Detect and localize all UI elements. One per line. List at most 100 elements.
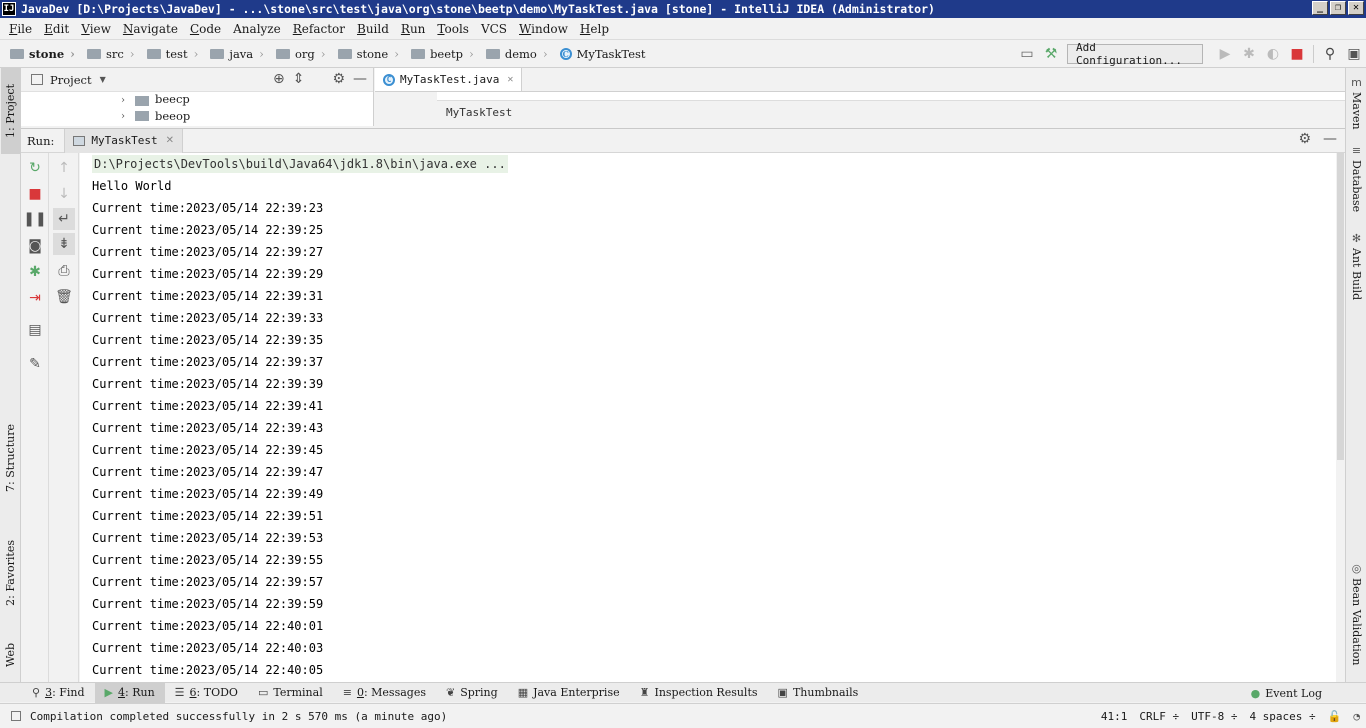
ide-update-icon[interactable]: ▣ [1342, 42, 1366, 66]
hide-icon[interactable]: — [353, 71, 367, 87]
lock-icon[interactable]: 🔓 [1328, 710, 1342, 723]
stop-icon[interactable]: ■ [24, 183, 46, 205]
line-separator[interactable]: CRLF ÷ [1139, 710, 1179, 723]
bottom-tab-run[interactable]: ▶ 4: Run [94, 682, 165, 703]
close-icon[interactable]: ✕ [507, 74, 513, 85]
inspector-icon[interactable]: ◔ [1353, 710, 1360, 723]
gear-icon[interactable]: ⚙ [332, 71, 345, 87]
exit-icon[interactable]: ⇥ [24, 287, 46, 309]
console-scrollbar[interactable] [1336, 153, 1345, 682]
bottom-tab-todo[interactable]: ☰ 6: TODO [165, 683, 248, 703]
debug-icon[interactable]: ✱ [1237, 42, 1261, 66]
menu-item-code[interactable]: Code [184, 22, 227, 36]
layout-icon[interactable]: ▤ [24, 319, 46, 341]
debug-icon[interactable]: ✱ [24, 261, 46, 283]
breadcrumb-item-beetp[interactable]: beetp › [403, 47, 474, 61]
arrow-up-icon[interactable]: ↑ [53, 157, 75, 179]
menu-item-analyze[interactable]: Analyze [227, 22, 287, 36]
build-hammer-icon[interactable]: ⚒ [1039, 42, 1063, 66]
editor-breadcrumb[interactable]: MyTaskTest [375, 101, 1345, 123]
run-target-icon[interactable]: ▭ [1015, 42, 1039, 66]
breadcrumb-item-demo[interactable]: demo › [478, 47, 548, 61]
soft-wrap-icon[interactable]: ↵ [53, 208, 75, 230]
bottom-tab-spring[interactable]: ❦ Spring [436, 683, 508, 703]
file-encoding[interactable]: UTF-8 ÷ [1191, 710, 1237, 723]
gear-icon[interactable]: ⚙ [1298, 131, 1311, 147]
menu-item-file[interactable]: File [3, 22, 38, 36]
minimize-button[interactable]: _ [1312, 1, 1328, 15]
window-titlebar: IJ JavaDev [D:\Projects\JavaDev] - ...\s… [0, 0, 1366, 18]
bean-validation-tool-tab[interactable]: ◎ Bean Validation [1347, 562, 1366, 666]
maven-tool-tab[interactable]: m Maven [1347, 76, 1366, 130]
menu-item-build[interactable]: Build [351, 22, 395, 36]
status-message[interactable]: Compilation completed successfully in 2 … [30, 710, 447, 723]
hide-icon[interactable]: — [1323, 131, 1337, 147]
pause-icon[interactable]: ❚❚ [23, 208, 46, 230]
editor-code-area[interactable] [437, 92, 1345, 101]
scrollbar-thumb[interactable] [1337, 153, 1344, 460]
menu-item-vcs[interactable]: VCS [475, 22, 513, 36]
breadcrumb-item-stone[interactable]: stone › [2, 47, 75, 61]
menu-item-help[interactable]: Help [574, 22, 615, 36]
caret-position[interactable]: 41:1 [1101, 710, 1128, 723]
search-everywhere-icon[interactable]: ⚲ [1318, 42, 1342, 66]
scroll-to-end-icon[interactable]: ⇟ [53, 233, 75, 255]
trash-icon[interactable]: 🗑 [53, 286, 75, 308]
menu-item-edit[interactable]: Edit [38, 22, 75, 36]
collapse-all-icon[interactable]: ⇕ [293, 71, 305, 87]
menu-item-window[interactable]: Window [513, 22, 574, 36]
add-configuration-button[interactable]: Add Configuration... [1067, 41, 1203, 67]
breadcrumb-item-test[interactable]: test › [139, 47, 198, 61]
bottom-tab-messages[interactable]: ≡ 0: Messages [333, 683, 436, 703]
database-tool-tab[interactable]: ≡ Database [1347, 144, 1366, 212]
console-command-line[interactable]: D:\Projects\DevTools\build\Java64\jdk1.8… [80, 153, 1336, 175]
bottom-tab-thumbnails[interactable]: ▣ Thumbnails [768, 683, 869, 703]
camera-icon[interactable]: ◙ [24, 235, 46, 257]
project-tool-tab[interactable]: 1: Project [1, 68, 20, 154]
close-icon[interactable]: ✕ [166, 135, 174, 146]
project-view-selector[interactable]: Project [50, 73, 92, 87]
print-icon[interactable]: ⎙ [53, 260, 75, 282]
bottom-tab-terminal[interactable]: ▭ Terminal [248, 683, 333, 703]
folder-icon [275, 48, 290, 59]
menu-item-tools[interactable]: Tools [431, 22, 475, 36]
stop-icon[interactable]: ■ [1285, 42, 1309, 66]
run-console[interactable]: D:\Projects\DevTools\build\Java64\jdk1.8… [80, 153, 1336, 682]
run-tab-mytasktest[interactable]: MyTaskTest ✕ [64, 128, 183, 153]
breadcrumb-item-org[interactable]: org › [268, 47, 326, 61]
bottom-tab-javaenterprise[interactable]: ▦ Java Enterprise [508, 683, 630, 703]
arrow-down-icon[interactable]: ↓ [53, 183, 75, 205]
menu-item-view[interactable]: View [75, 22, 117, 36]
breadcrumb-item-mytasktest[interactable]: C MyTaskTest [552, 47, 646, 61]
run-icon[interactable]: ▶ [1213, 42, 1237, 66]
ant-icon: ✻ [1351, 232, 1362, 245]
web-tool-tab[interactable]: Web [1, 630, 20, 680]
close-window-button[interactable]: ✕ [1348, 1, 1364, 15]
rerun-icon[interactable]: ↻ [24, 157, 46, 179]
menu-item-run[interactable]: Run [395, 22, 432, 36]
tree-node-beecp[interactable]: › beecp [21, 92, 373, 106]
restore-button[interactable]: ❐ [1330, 1, 1346, 15]
menu-item-refactor[interactable]: Refactor [287, 22, 351, 36]
ant-build-tool-tab[interactable]: ✻ Ant Build [1347, 232, 1366, 300]
event-log-tab[interactable]: ● Event Log [1241, 683, 1332, 703]
chevron-right-icon[interactable]: › [121, 111, 125, 122]
tree-node-beeop[interactable]: › beeop [21, 106, 373, 126]
console-output-line: Hello World [92, 179, 172, 193]
locate-icon[interactable]: ⊕ [273, 71, 285, 87]
pin-icon[interactable]: ✎ [24, 353, 46, 375]
coverage-icon[interactable]: ◐ [1261, 42, 1285, 66]
editor-tab-mytasktest[interactable]: C MyTaskTest.java ✕ [375, 68, 523, 91]
breadcrumb-item-src[interactable]: src › [79, 47, 135, 61]
tool-windows-toggle[interactable] [11, 711, 21, 721]
breadcrumb-item-stone[interactable]: stone › [330, 47, 399, 61]
breadcrumb-item-java[interactable]: java › [202, 47, 264, 61]
indent-setting[interactable]: 4 spaces ÷ [1249, 710, 1315, 723]
bottom-tab-find[interactable]: ⚲ 3: Find [22, 683, 95, 703]
bottom-tab-inspectionresults[interactable]: ♜ Inspection Results [630, 683, 768, 703]
structure-tool-tab[interactable]: 7: Structure [1, 408, 20, 508]
chevron-right-icon[interactable]: › [121, 95, 125, 106]
menu-item-navigate[interactable]: Navigate [117, 22, 184, 36]
favorites-tool-tab[interactable]: 2: Favorites [1, 523, 20, 623]
chevron-down-icon[interactable]: ▼ [100, 75, 106, 84]
